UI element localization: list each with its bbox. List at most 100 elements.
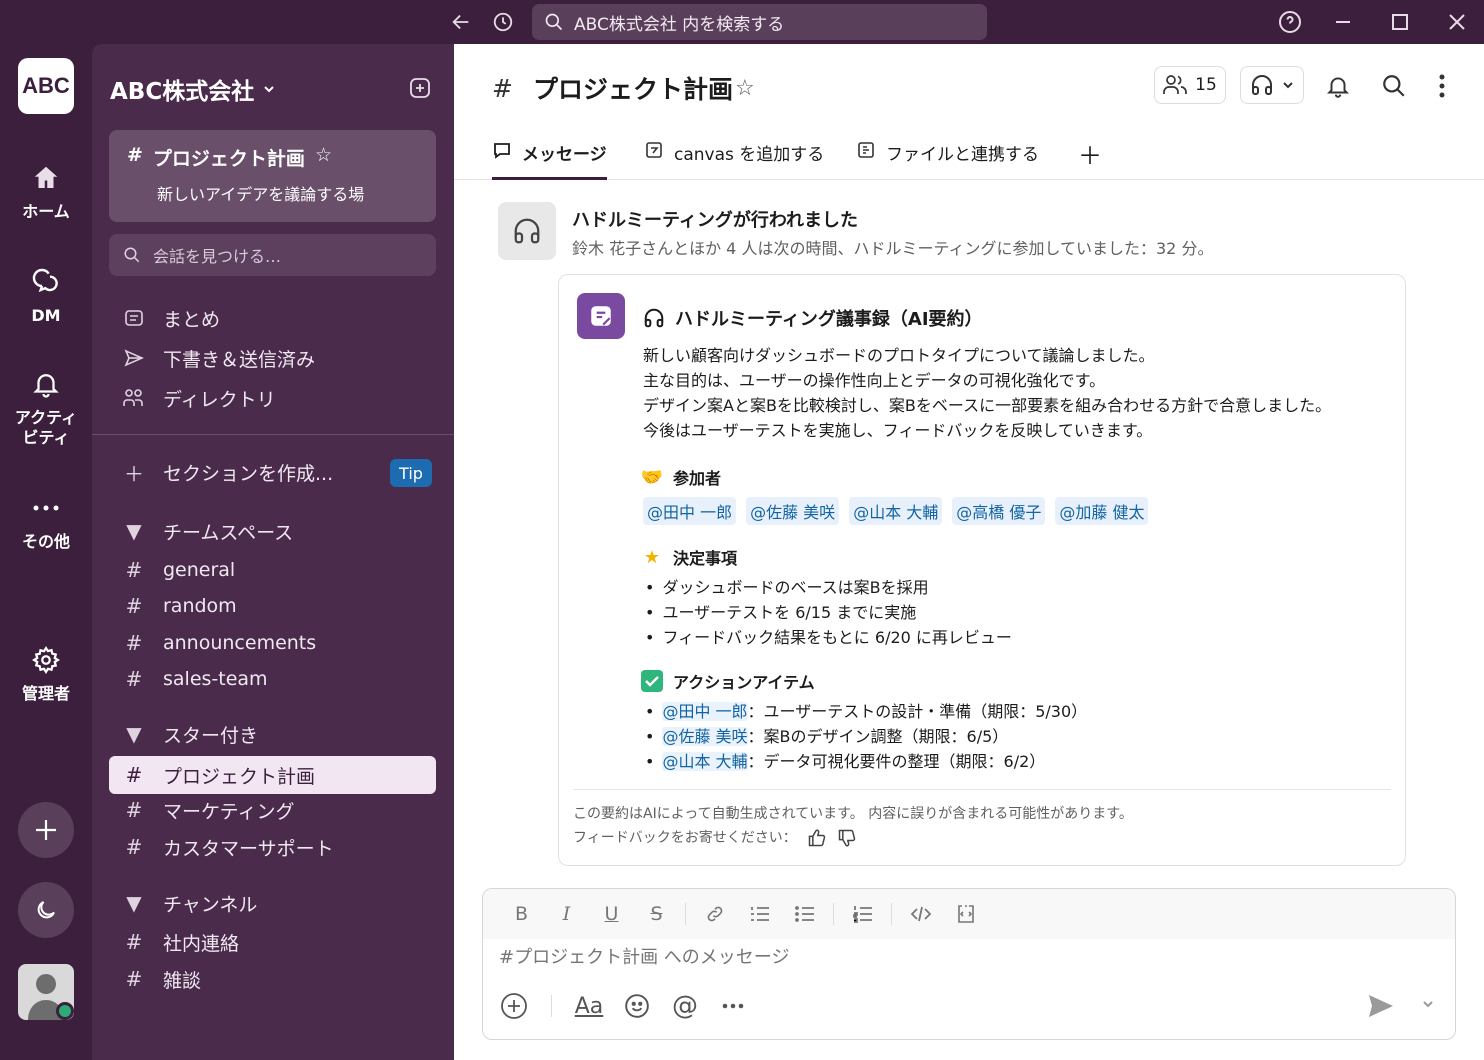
sidebar-item-announcements[interactable]: # announcements (109, 625, 436, 661)
new-message-icon[interactable] (408, 76, 432, 100)
message-input[interactable] (499, 947, 1399, 968)
strikethrough-icon[interactable]: S (634, 898, 679, 930)
mention[interactable]: @高橋 優子 (952, 497, 1046, 525)
sidebar-item-general[interactable]: # general (109, 552, 436, 588)
nav-summary[interactable]: まとめ (109, 300, 436, 336)
toolbar-divider (685, 903, 686, 925)
mention[interactable]: @加藤 健太 (1055, 497, 1149, 525)
rail-activity[interactable]: アクティビティ (0, 366, 92, 448)
thumbs-up-icon[interactable] (807, 828, 827, 848)
create-section-button[interactable]: ＋ セクションを作成... (109, 454, 436, 490)
back-arrow-icon[interactable] (448, 9, 474, 35)
rail-home-label: ホーム (22, 202, 70, 221)
actions-list: • @田中 一郎：ユーザーテストの設計・準備（期限：5/30） • @佐藤 美咲：案… (645, 699, 1087, 774)
more-icon (31, 490, 61, 526)
section-header-starred[interactable]: ▼ スター付き (109, 716, 436, 752)
tab-messages[interactable]: メッセージ (492, 138, 607, 180)
sidebar-item-sales-team[interactable]: # sales-team (109, 661, 436, 697)
bold-icon[interactable]: B (499, 898, 544, 930)
channel-label: announcements (163, 632, 317, 654)
composer-actions: Aa @ (497, 989, 750, 1023)
minimize-icon[interactable] (1330, 9, 1356, 35)
tip-badge[interactable]: Tip (390, 459, 432, 487)
more-icon[interactable] (716, 989, 750, 1023)
member-count: 15 (1195, 75, 1217, 95)
sidebar-item-random[interactable]: # random (109, 588, 436, 624)
caret-down-icon: ▼ (126, 891, 142, 915)
mention[interactable]: @佐藤 美咲 (662, 727, 748, 746)
add-workspace-button[interactable] (18, 802, 74, 858)
maximize-icon[interactable] (1387, 9, 1413, 35)
nav-directory-label: ディレクトリ (163, 388, 276, 411)
sidebar-item-internal[interactable]: # 社内連絡 (109, 924, 436, 960)
nav-directory[interactable]: ディレクトリ (109, 380, 436, 416)
members-button[interactable]: 15 (1154, 66, 1226, 104)
chevron-down-icon[interactable] (1421, 997, 1435, 1011)
mention[interactable]: @佐藤 美咲 (746, 497, 840, 525)
sidebar-item-chat[interactable]: # 雑談 (109, 961, 436, 997)
hash-icon: # (125, 594, 143, 618)
thumbs-down-icon[interactable] (837, 828, 857, 848)
sidebar-item-project-plan[interactable]: # プロジェクト計画 (109, 756, 436, 794)
code-block-icon[interactable] (943, 898, 988, 930)
channel-card[interactable]: # プロジェクト計画 ☆ 新しいアイデアを議論する場 (109, 130, 436, 222)
find-conversation-input[interactable]: 会話を見つける… (109, 234, 436, 276)
section-header-teamspace[interactable]: ▼ チームスペース (109, 513, 436, 549)
action-text: ：データ可視化要件の整理（期限：6/2） (747, 752, 1046, 771)
plus-circle-icon[interactable] (497, 989, 531, 1023)
code-icon[interactable] (898, 898, 943, 930)
action-text: ：ユーザーテストの設計・準備（期限：5/30） (747, 702, 1088, 721)
mention-icon[interactable]: @ (668, 989, 702, 1023)
star-emoji-icon: ★ (643, 546, 661, 568)
presence-indicator (56, 1002, 74, 1020)
sidebar-item-marketing[interactable]: # マーケティング (109, 792, 436, 828)
channel-title[interactable]: # プロジェクト計画 ☆ (492, 70, 755, 106)
rail-home[interactable]: ホーム (0, 160, 92, 222)
section-name: チームスペース (163, 521, 294, 544)
workspace-menu[interactable]: ABC株式会社 (110, 72, 276, 106)
send-icon[interactable] (1367, 993, 1395, 1019)
workspace-logo[interactable]: ABC (18, 58, 74, 114)
history-icon[interactable] (490, 9, 516, 35)
list-item: • @山本 大輔：データ可視化要件の整理（期限：6/2） (645, 752, 1046, 771)
close-icon[interactable] (1444, 9, 1470, 35)
tab-label: メッセージ (522, 145, 607, 165)
underline-icon[interactable]: U (589, 898, 634, 930)
chevron-down-icon (264, 86, 274, 93)
theme-toggle-button[interactable] (18, 882, 74, 938)
huddle-button[interactable] (1240, 66, 1304, 104)
hash-icon: # (125, 763, 143, 787)
star-icon[interactable]: ☆ (315, 144, 332, 171)
check-box-icon (641, 670, 663, 692)
mention[interactable]: @田中 一郎 (643, 497, 737, 525)
bell-icon[interactable] (1322, 70, 1354, 102)
mention[interactable]: @山本 大輔 (849, 497, 943, 525)
ordered-list-icon[interactable] (737, 898, 782, 930)
text-format-icon[interactable]: Aa (572, 989, 606, 1023)
bullet-list-icon[interactable] (782, 898, 827, 930)
find-placeholder: 会話を見つける… (153, 247, 282, 266)
help-icon[interactable] (1277, 9, 1303, 35)
star-icon[interactable]: ☆ (735, 76, 755, 101)
emoji-icon[interactable] (620, 989, 654, 1023)
tab-files[interactable]: ファイルと連携する (856, 138, 1039, 180)
mention[interactable]: @山本 大輔 (662, 752, 748, 771)
italic-icon[interactable]: I (544, 898, 589, 930)
send-icon (123, 348, 145, 368)
link-icon[interactable] (692, 898, 737, 930)
kebab-menu-icon[interactable] (1426, 70, 1458, 102)
channel-label: random (163, 595, 237, 617)
mention[interactable]: @田中 一郎 (662, 702, 748, 721)
tab-canvas[interactable]: canvas を追加する (644, 138, 824, 180)
section-name: チャンネル (163, 893, 258, 916)
numbered-list-icon[interactable] (840, 898, 885, 930)
sidebar-item-customer-support[interactable]: # カスタマーサポート (109, 829, 436, 865)
nav-drafts[interactable]: 下書き＆送信済み (109, 340, 436, 376)
rail-more[interactable]: その他 (0, 490, 92, 552)
search-bar[interactable]: ABC株式会社 内を検索する (532, 4, 987, 40)
search-icon[interactable] (1378, 70, 1410, 102)
section-header-channels[interactable]: ▼ チャンネル (109, 885, 436, 921)
rail-admin[interactable]: 管理者 (0, 642, 92, 704)
rail-dm[interactable]: DM (0, 264, 92, 326)
add-tab-icon[interactable]: ＋ (1078, 134, 1102, 176)
